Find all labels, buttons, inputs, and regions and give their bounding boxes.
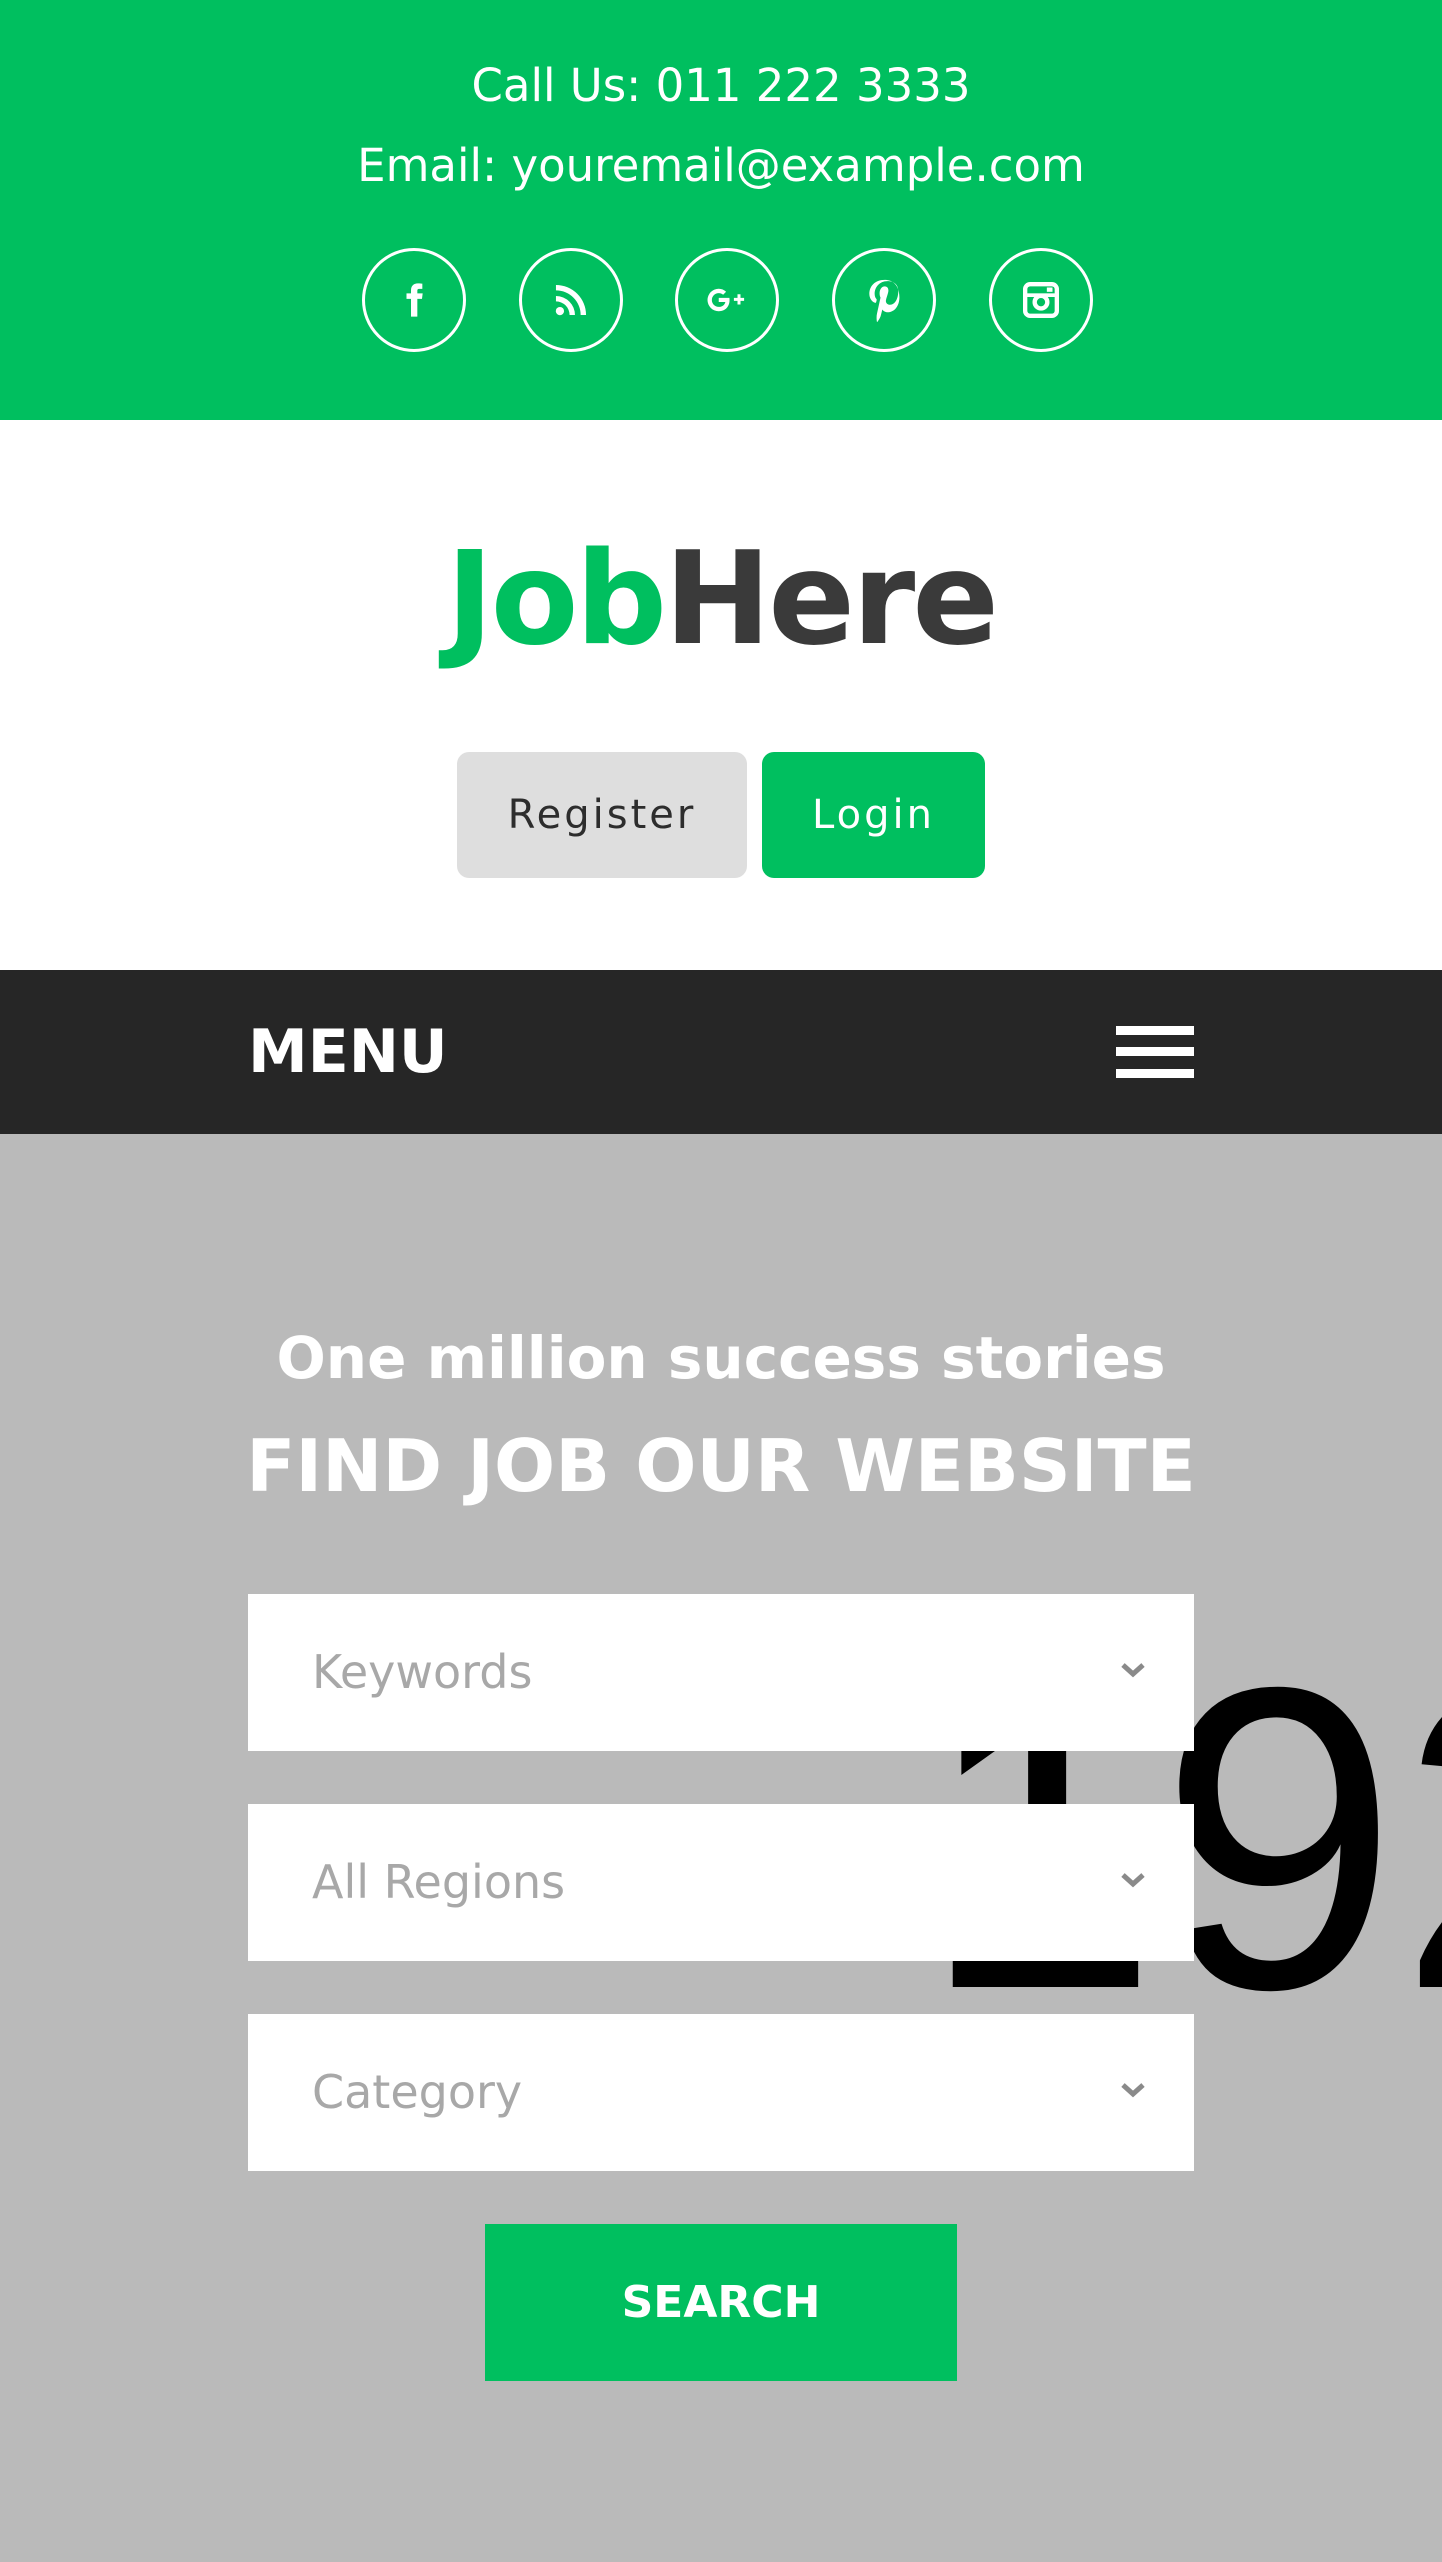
hero-section: 192 One million success stories FIND JOB… — [0, 1134, 1442, 2562]
chevron-down-icon — [1121, 1873, 1145, 1888]
hamburger-icon[interactable] — [1116, 1026, 1194, 1078]
keywords-placeholder: Keywords — [312, 1645, 533, 1699]
login-button[interactable]: Login — [762, 752, 985, 878]
contact-email: Email: youremail@example.com — [357, 139, 1085, 192]
category-placeholder: Category — [312, 2065, 523, 2119]
rss-icon — [555, 284, 587, 316]
hero-tagline: One million success stories — [276, 1324, 1166, 1392]
logo-here: Here — [664, 525, 999, 674]
instagram-icon — [1023, 282, 1059, 318]
menu-bar: MENU — [0, 970, 1442, 1134]
regions-placeholder: All Regions — [312, 1855, 566, 1909]
regions-select[interactable]: All Regions — [248, 1804, 1194, 1961]
hero-headline: FIND JOB OUR WEBSITE — [246, 1424, 1196, 1508]
chevron-down-icon — [1121, 1663, 1145, 1678]
facebook-link[interactable] — [362, 248, 466, 352]
search-button[interactable]: SEARCH — [485, 2224, 957, 2381]
contact-bar: Call Us: 011 222 3333 Email: youremail@e… — [0, 0, 1442, 420]
facebook-icon — [406, 283, 423, 317]
site-logo[interactable]: JobHere — [0, 510, 1442, 690]
google-plus-icon — [707, 288, 745, 312]
rss-link[interactable] — [519, 248, 623, 352]
register-button[interactable]: Register — [457, 752, 747, 878]
menu-label[interactable]: MENU — [248, 970, 448, 1134]
pinterest-icon — [869, 279, 900, 322]
instagram-link[interactable] — [989, 248, 1093, 352]
chevron-down-icon — [1121, 2083, 1145, 2098]
pinterest-link[interactable] — [832, 248, 936, 352]
social-links — [0, 248, 1442, 358]
site-header: JobHere Register Login — [0, 420, 1442, 970]
keywords-select[interactable]: Keywords — [248, 1594, 1194, 1751]
logo-job: Job — [445, 525, 667, 674]
category-select[interactable]: Category — [248, 2014, 1194, 2171]
google-plus-link[interactable] — [675, 248, 779, 352]
contact-phone: Call Us: 011 222 3333 — [471, 59, 971, 112]
